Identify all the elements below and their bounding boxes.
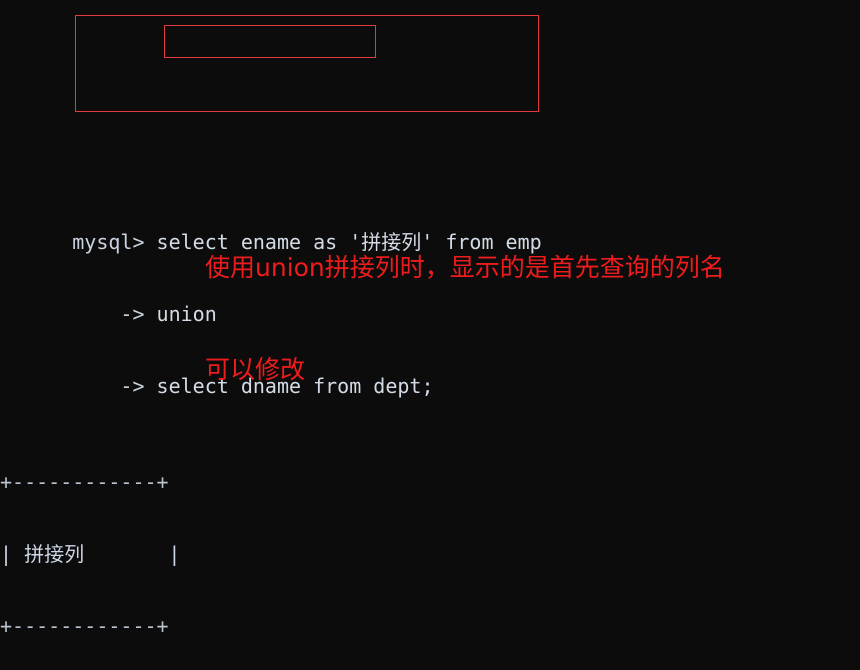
table-separator-top: +------------+ (0, 470, 169, 494)
prompt-primary: mysql> (72, 230, 145, 254)
annotation-note: 使用union拼接列时，显示的是首先查询的列名 可以修改 (205, 183, 725, 455)
cut-off-previous-line (0, 96, 860, 106)
terminal-screen: mysql> select ename as '拼接列' from emp ->… (0, 0, 860, 670)
prompt-continuation-1: -> (72, 302, 145, 326)
table-header-row: | 拼接列 | (0, 542, 181, 566)
annotation-line-2: 可以修改 (205, 355, 306, 384)
prompt-continuation-2: -> (72, 374, 145, 398)
annotation-line-1: 使用union拼接列时，显示的是首先查询的列名 (205, 253, 725, 282)
table-separator-middle: +------------+ (0, 614, 169, 638)
